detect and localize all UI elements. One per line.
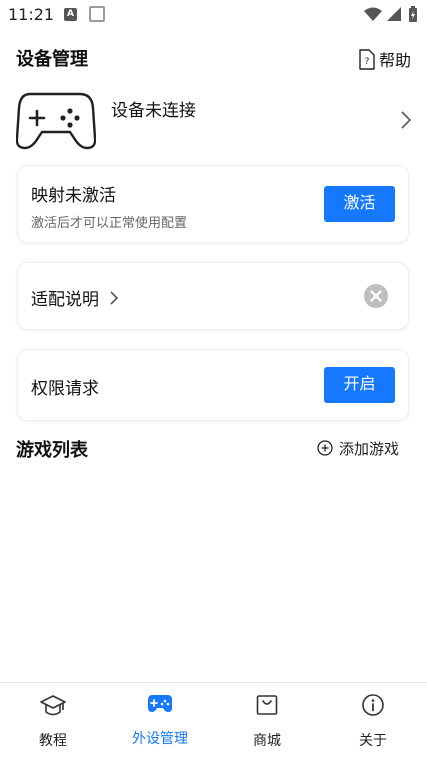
nav-item-store[interactable]: 商城 (214, 683, 320, 760)
system-status-icons (364, 6, 417, 22)
app-screen: 11:21 A 设备管理 ? 帮助 设备未连接 映射未激活 激活后才可以正常使用… (0, 0, 427, 760)
svg-text:?: ? (365, 57, 370, 67)
nav-label-device-manage: 外设管理 (132, 731, 188, 747)
status-bar: 11:21 A (0, 0, 427, 30)
page-title: 设备管理 (16, 49, 88, 70)
notification-letter-icon: A (64, 8, 77, 21)
gamepad-illustration-icon (16, 92, 96, 150)
nav-item-device-manage[interactable]: 外设管理 (107, 683, 213, 760)
add-game-button[interactable]: 添加游戏 (317, 437, 399, 459)
activation-subtitle: 激活后才可以正常使用配置 (31, 216, 188, 231)
signal-icon (387, 7, 401, 21)
game-list-title: 游戏列表 (16, 440, 88, 461)
status-time: 11:21 (8, 5, 55, 24)
adapt-card: 适配说明 (18, 263, 408, 329)
wifi-icon (364, 7, 382, 21)
help-button[interactable]: ? 帮助 (358, 47, 411, 71)
activate-button[interactable]: 激活 (324, 186, 395, 222)
screenshot-notification-icon (89, 6, 105, 22)
gamepad-icon (148, 695, 172, 712)
activation-title: 映射未激活 (31, 186, 116, 206)
activation-card: 映射未激活 激活后才可以正常使用配置 激活 (18, 166, 408, 242)
permission-card: 权限请求 开启 (18, 350, 408, 420)
shopping-bag-icon (256, 695, 278, 715)
device-status: 设备未连接 (111, 101, 196, 121)
add-game-label: 添加游戏 (338, 439, 399, 458)
nav-item-about[interactable]: 关于 (320, 683, 426, 760)
nav-item-tutorial[interactable]: 教程 (0, 683, 106, 760)
close-circle-icon[interactable] (364, 284, 388, 308)
nav-label-about: 关于 (359, 733, 387, 749)
add-circle-icon (317, 440, 333, 456)
permission-title: 权限请求 (31, 379, 99, 399)
battery-icon (409, 6, 417, 22)
nav-label-store: 商城 (253, 733, 281, 749)
enable-permission-button[interactable]: 开启 (324, 367, 395, 403)
nav-label-tutorial: 教程 (39, 733, 67, 749)
chevron-right-icon (401, 111, 412, 129)
help-document-icon: ? (359, 48, 375, 70)
graduation-cap-icon (40, 695, 66, 716)
bottom-nav: 教程 外设管理 商城 关于 (0, 682, 427, 760)
chevron-right-icon (110, 290, 119, 305)
adapt-label: 适配说明 (31, 290, 99, 310)
device-row[interactable]: 设备未连接 (16, 88, 414, 152)
help-label: 帮助 (378, 51, 411, 70)
adapt-info-link[interactable]: 适配说明 (31, 285, 119, 310)
info-icon (362, 694, 384, 716)
